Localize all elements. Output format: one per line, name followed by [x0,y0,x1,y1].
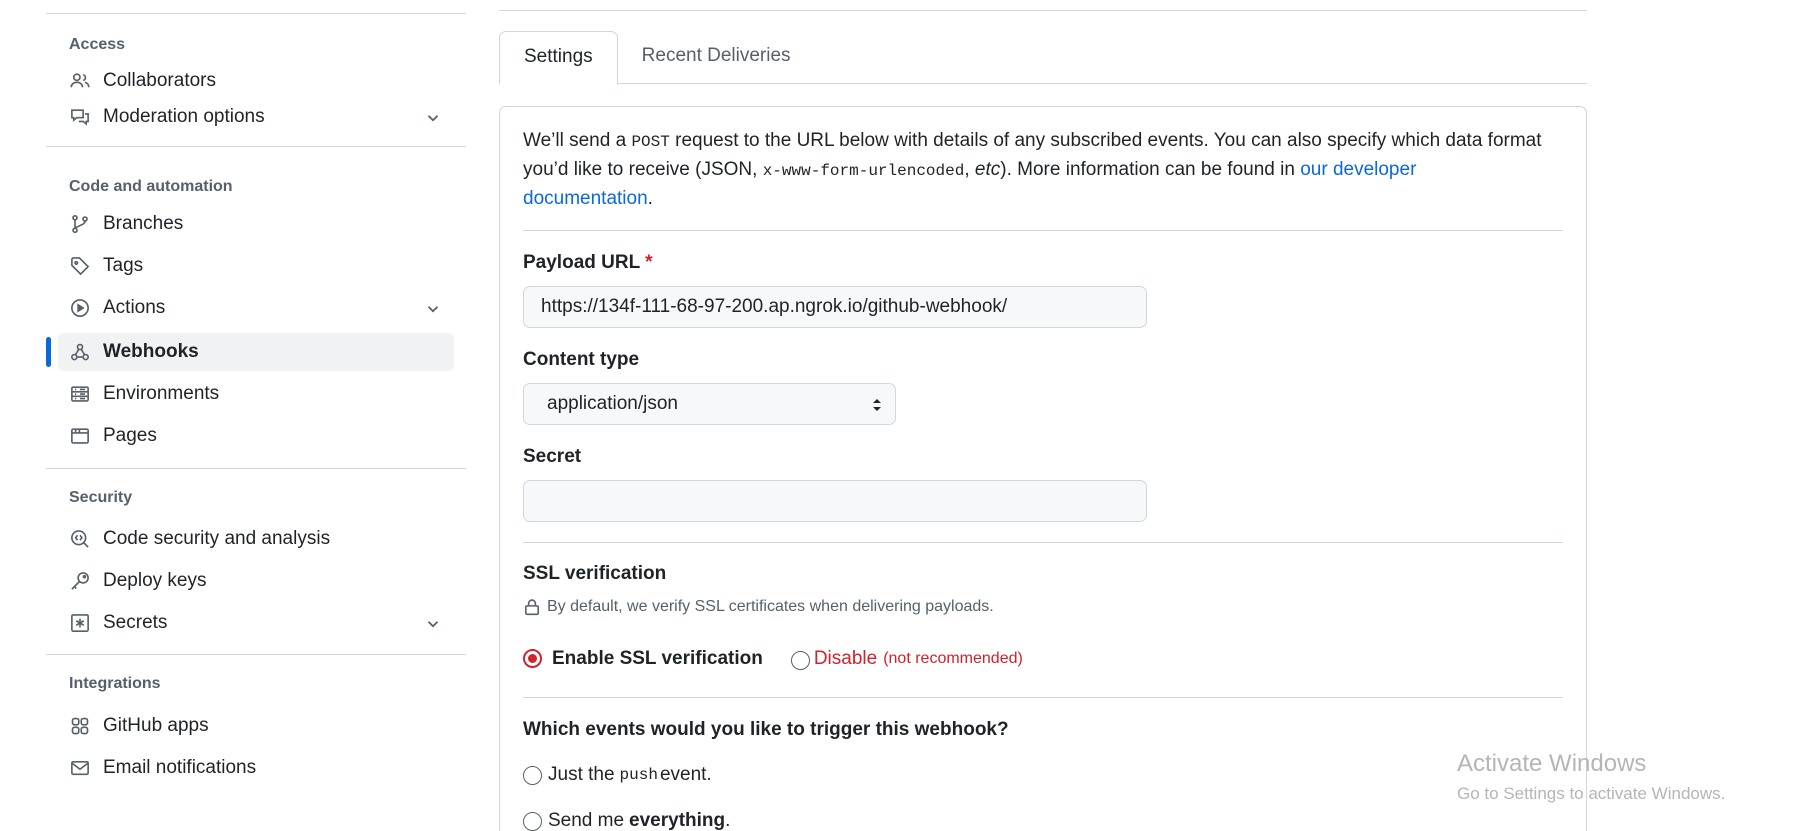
sidebar-item-pages[interactable]: Pages [58,417,454,455]
sidebar-item-label: Code security and analysis [103,528,331,549]
tab-settings[interactable]: Settings [499,31,618,85]
sidebar-item-label: Branches [103,213,184,234]
ssl-enable-radio[interactable] [523,649,542,668]
sidebar-item-label: Webhooks [103,341,199,362]
sidebar-heading-code-automation: Code and automation [69,178,233,195]
ssl-disable-radio[interactable] [790,651,810,670]
sidebar-item-label: Moderation options [103,106,265,127]
event-push-label[interactable]: Just the [548,764,615,786]
sidebar-item-label: Collaborators [103,70,216,91]
sidebar-item-label: Tags [103,255,144,276]
event-option-push[interactable]: Just the push event. [523,764,712,786]
sidebar-divider [46,654,466,655]
intro-text: We’ll send a POST request to the URL bel… [523,127,1543,213]
sidebar-item-deploy-keys[interactable]: Deploy keys [58,562,454,600]
event-push-label-tail[interactable]: event. [660,764,712,786]
sidebar-item-label: Email notifications [103,757,257,778]
header-divider [499,10,1587,11]
chevron-down-icon[interactable] [424,300,442,318]
mail-icon [69,757,91,779]
sidebar-item-moderation-options[interactable]: Moderation options [58,98,454,136]
sidebar-item-collaborators[interactable]: Collaborators [58,62,454,100]
intro-text-segment: We’ll send a [523,130,632,151]
event-push-radio[interactable] [523,765,542,785]
sidebar-item-actions[interactable]: Actions [58,289,454,327]
sidebar-item-code-security[interactable]: Code security and analysis [58,520,454,558]
webhook-tabs: Settings Recent Deliveries [499,31,1587,85]
ssl-note: By default, we verify SSL certificates w… [523,598,994,616]
urlencoded-code: x-www-form-urlencoded [762,162,965,180]
content-type-select[interactable]: application/json [523,383,896,425]
webhook-icon [69,341,91,363]
events-heading: Which events would you like to trigger t… [523,719,1009,740]
comment-discussion-icon [69,106,91,128]
sidebar-item-label: Actions [103,297,166,318]
event-everything-label-tail[interactable]: . [725,810,730,831]
sidebar-item-branches[interactable]: Branches [58,205,454,243]
sidebar-item-webhooks[interactable]: Webhooks [46,333,454,371]
section-divider [523,697,1563,698]
intro-text-segment: ). More information can be found in [1000,159,1301,180]
key-icon [69,570,91,592]
sidebar-divider [46,13,466,14]
content-type-label: Content type [523,349,640,370]
sidebar-item-label: Secrets [103,612,168,633]
sidebar-item-label: Pages [103,425,157,446]
ssl-note-text: By default, we verify SSL certificates w… [547,598,994,615]
event-everything-label[interactable]: Send me [548,810,624,831]
ssl-enable-label[interactable]: Enable SSL verification [552,648,763,670]
sidebar-divider [46,468,466,469]
section-divider [523,230,1563,231]
chevron-down-icon[interactable] [424,109,442,127]
event-everything-radio[interactable] [523,811,542,831]
payload-url-input[interactable] [523,286,1147,328]
intro-text-segment: . [647,188,653,209]
sidebar-item-secrets[interactable]: Secrets [58,604,454,642]
sidebar-item-label: Environments [103,383,220,404]
sidebar-heading-access: Access [69,36,126,53]
post-code: POST [631,133,670,151]
section-divider [523,542,1563,543]
sidebar-item-label: Deploy keys [103,570,207,591]
sidebar-divider [46,146,466,147]
payload-url-label-text: Payload URL [523,252,640,273]
content-type-value: application/json [547,393,678,414]
chevron-down-icon[interactable] [424,615,442,633]
secret-input[interactable] [523,480,1147,522]
ssl-disable-label[interactable]: Disable [814,648,877,670]
etc-text: etc [974,159,1001,180]
lock-icon [525,599,539,616]
tab-recent-deliveries[interactable]: Recent Deliveries [618,31,815,84]
webhook-form-box: We’ll send a POST request to the URL bel… [499,106,1587,831]
secret-label: Secret [523,446,582,467]
select-arrows-icon [873,399,881,411]
git-branch-icon [69,213,91,235]
key-asterisk-icon [69,612,91,634]
apps-icon [69,715,91,737]
sidebar-item-label: GitHub apps [103,715,209,736]
server-icon [69,383,91,405]
people-icon [69,70,91,92]
sidebar-item-environments[interactable]: Environments [58,375,454,413]
activate-windows-subtitle: Go to Settings to activate Windows. [1457,784,1726,803]
ssl-verification-heading: SSL verification [523,563,667,584]
payload-url-label: Payload URL * [523,252,653,274]
browser-icon [69,425,91,447]
play-icon [69,297,91,319]
intro-text-segment: , [964,159,975,180]
codescan-icon [69,528,91,550]
required-mark: * [645,252,653,273]
sidebar-heading-integrations: Integrations [69,675,161,692]
event-option-everything[interactable]: Send me everything . [523,810,730,831]
tag-icon [69,255,91,277]
sidebar-heading-security: Security [69,489,133,506]
ssl-options: Enable SSL verification Disable (not rec… [523,647,1023,670]
everything-bold-text: everything [629,810,726,831]
sidebar-item-github-apps[interactable]: GitHub apps [58,707,454,745]
ssl-disable-note: (not recommended) [883,649,1023,667]
push-code: push [619,766,658,784]
activate-windows-title: Activate Windows [1457,750,1647,777]
sidebar-item-tags[interactable]: Tags [58,247,454,285]
sidebar-item-email-notifications[interactable]: Email notifications [58,749,454,787]
